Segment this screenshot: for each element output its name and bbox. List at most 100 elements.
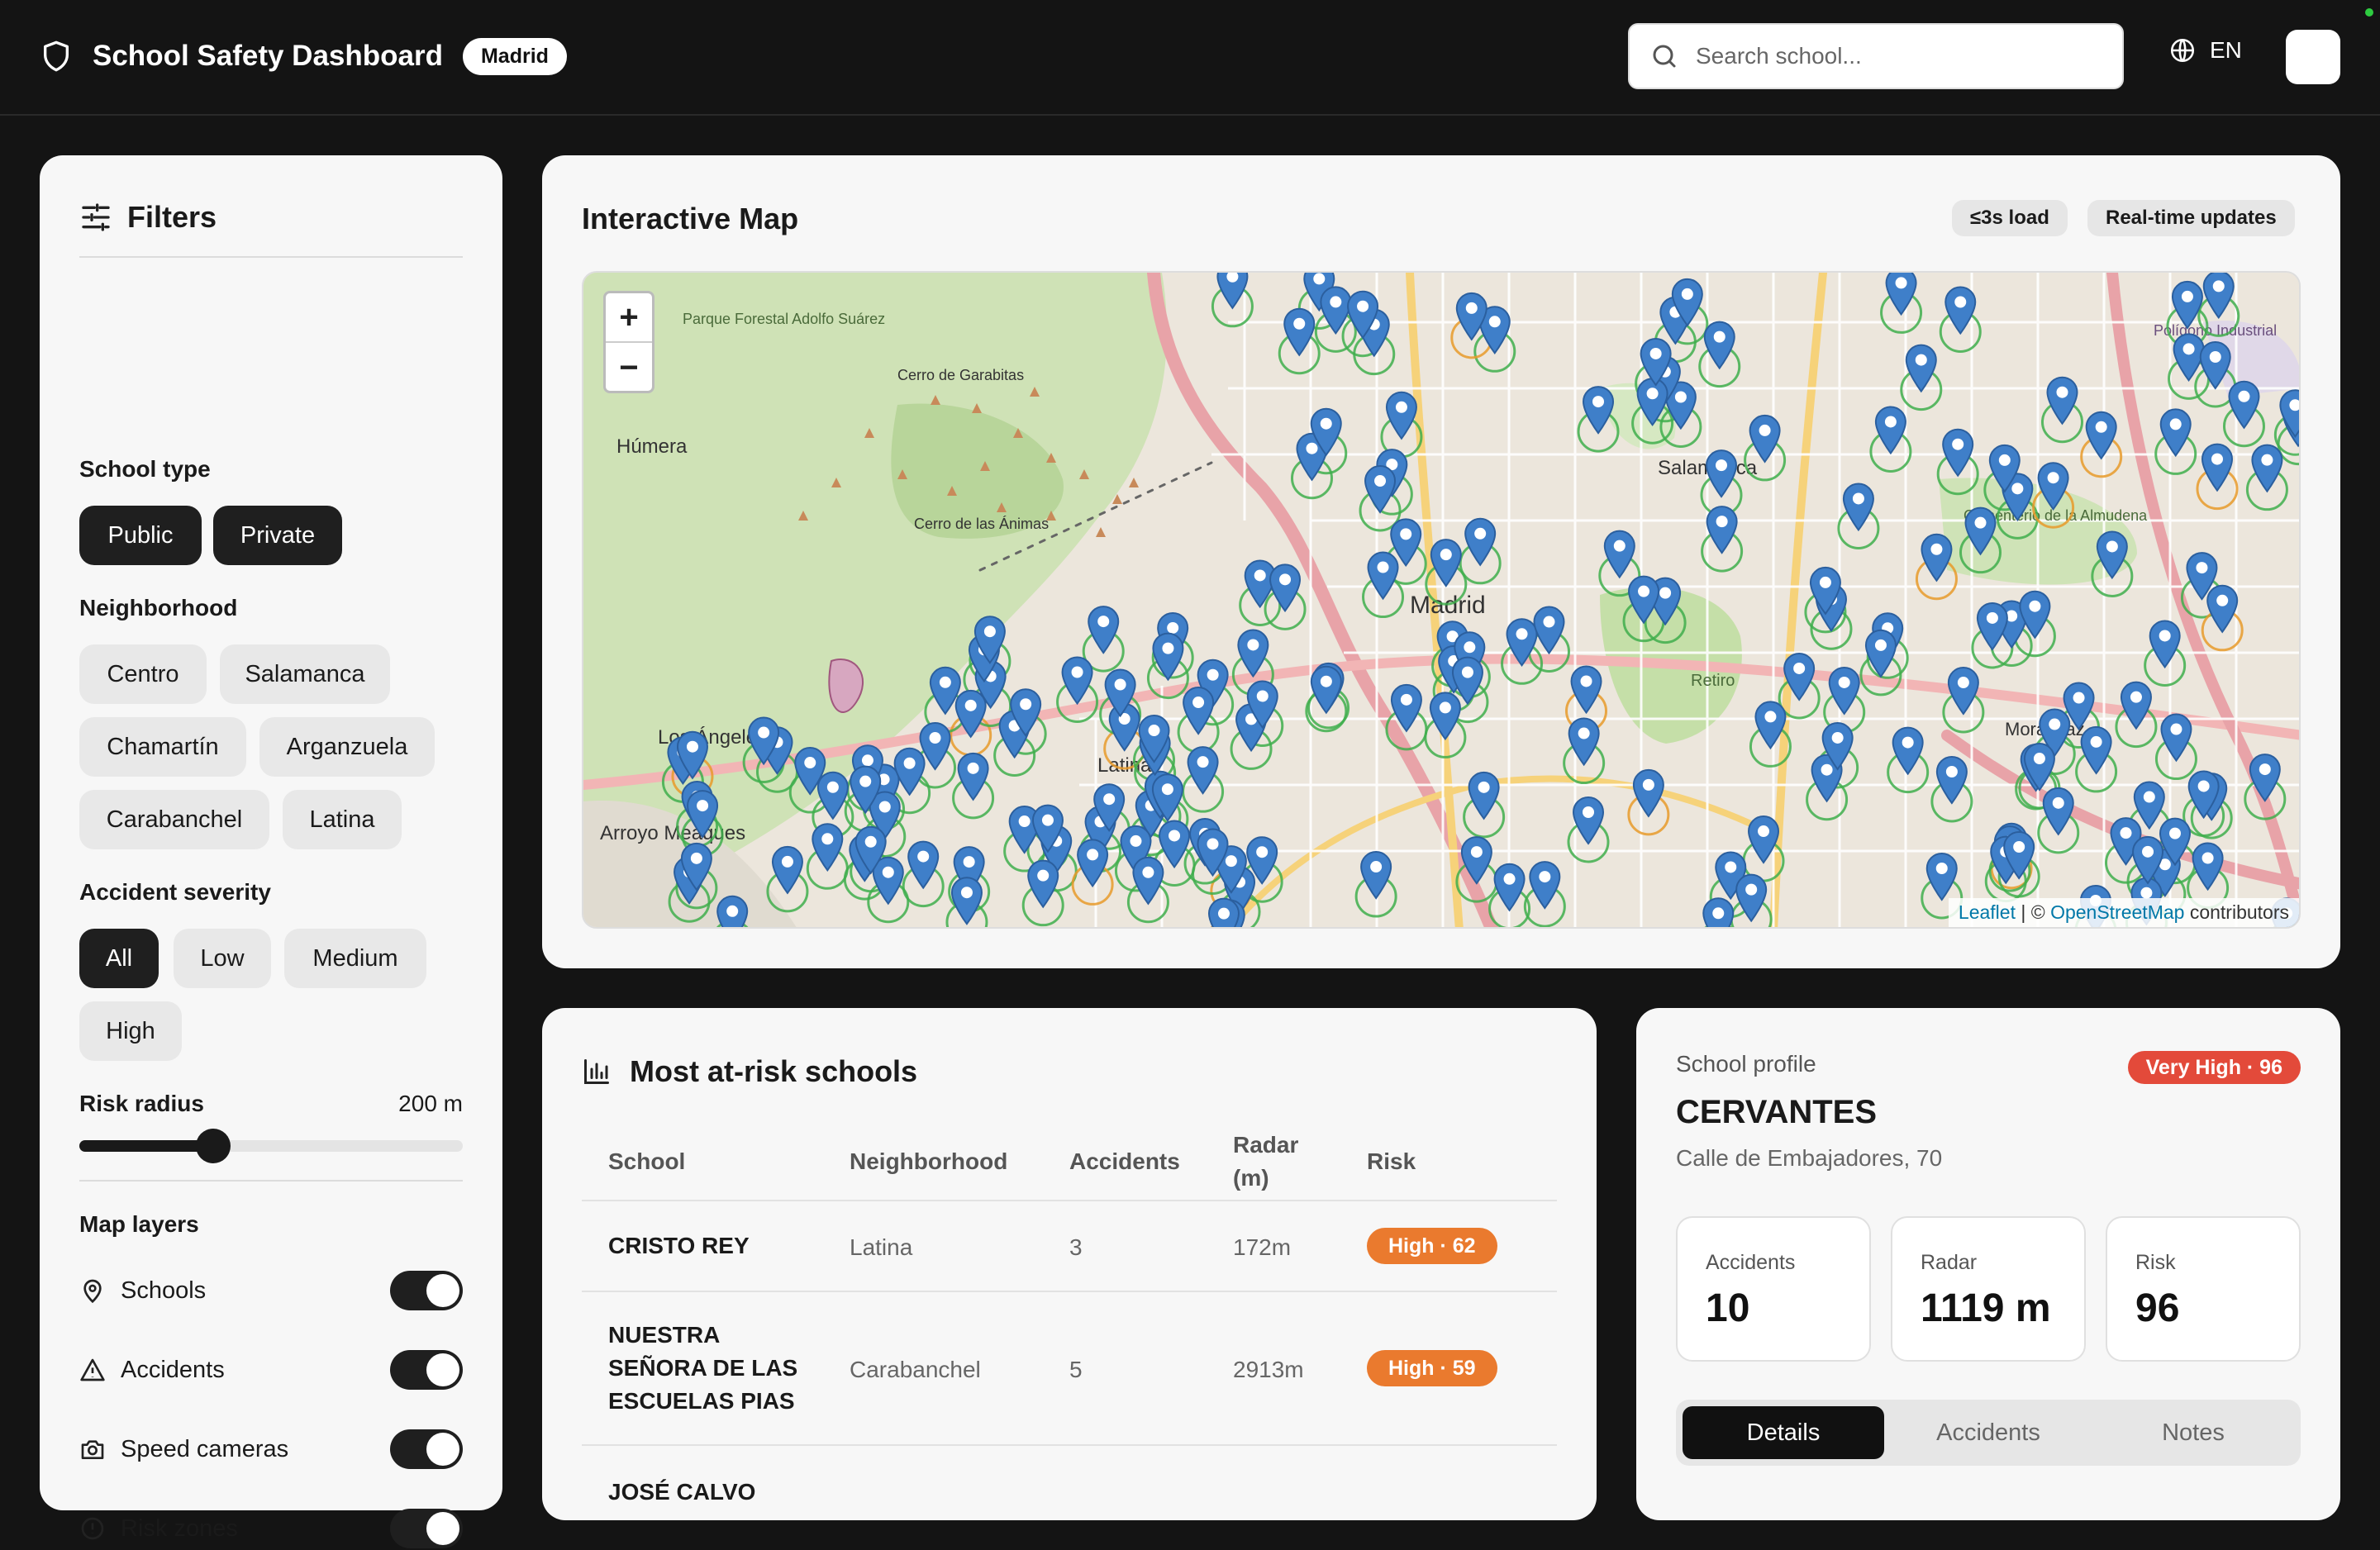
stat-accidents: Accidents 10 bbox=[1676, 1216, 1871, 1362]
layer-label: Accidents bbox=[121, 1356, 225, 1383]
map-canvas[interactable]: Madrid Salamanca Latina Los Ángeles Húme… bbox=[583, 273, 2301, 929]
cell-accidents: 5 bbox=[1069, 1357, 1083, 1382]
shield-icon bbox=[44, 40, 69, 72]
chip-high[interactable]: High bbox=[79, 1001, 182, 1061]
zoom-in-button[interactable]: + bbox=[606, 293, 652, 343]
row-divider bbox=[582, 1291, 1557, 1292]
stat-label: Accidents bbox=[1706, 1251, 1796, 1274]
chip-all[interactable]: All bbox=[79, 929, 159, 988]
chip-low[interactable]: Low bbox=[174, 929, 271, 988]
map-title: Interactive Map bbox=[582, 202, 799, 235]
chip-chamartin[interactable]: Chamartín bbox=[79, 717, 246, 777]
map-label-arroyo-meaques: Arroyo Meaques bbox=[600, 822, 745, 844]
status-dot bbox=[2365, 8, 2373, 17]
school-address: Calle de Embajadores, 70 bbox=[1676, 1145, 1943, 1171]
profile-kicker: School profile bbox=[1676, 1051, 1816, 1077]
layer-label: Risk zones bbox=[121, 1514, 238, 1542]
layer-label: Schools bbox=[121, 1277, 207, 1304]
school-marker[interactable] bbox=[1702, 897, 1735, 929]
chip-centro[interactable]: Centro bbox=[79, 644, 207, 704]
cell-school: JOSÉ CALVO bbox=[608, 1479, 756, 1505]
cell-school: NUESTRA SEÑORA DE LAS ESCUELAS PIAS bbox=[608, 1322, 798, 1414]
layer-accidents: Accidents bbox=[79, 1348, 463, 1391]
tab-notes[interactable]: Notes bbox=[2092, 1406, 2294, 1459]
brand: School Safety Dashboard Madrid bbox=[40, 33, 567, 79]
chip-latina[interactable]: Latina bbox=[283, 790, 402, 849]
interactive-map[interactable]: Madrid Salamanca Latina Los Ángeles Húme… bbox=[582, 271, 2301, 929]
avatar[interactable] bbox=[2286, 30, 2340, 84]
filters-title: Filters bbox=[127, 200, 217, 234]
leaflet-link[interactable]: Leaflet bbox=[1959, 901, 2016, 923]
app-title: School Safety Dashboard bbox=[93, 40, 443, 72]
top-bar: School Safety Dashboard Madrid EN bbox=[0, 0, 2380, 116]
warning-icon bbox=[80, 1358, 105, 1381]
school-marker[interactable] bbox=[716, 895, 749, 929]
map-label-animas: Cerro de las Ánimas bbox=[914, 516, 1049, 532]
search-box[interactable] bbox=[1628, 23, 2124, 89]
risk-radius-label: Risk radius bbox=[79, 1091, 204, 1116]
chip-medium[interactable]: Medium bbox=[284, 929, 426, 988]
col-neighborhood: Neighborhood bbox=[850, 1148, 1008, 1174]
toggle-accidents[interactable] bbox=[390, 1350, 463, 1390]
neighborhood-label: Neighborhood bbox=[79, 595, 238, 620]
risk-badge: High · 62 bbox=[1367, 1228, 1497, 1264]
map-label-garabitas: Cerro de Garabitas bbox=[897, 367, 1024, 383]
risk-radius-row: Risk radius 200 m bbox=[79, 1091, 463, 1117]
chip-private[interactable]: Private bbox=[213, 506, 342, 565]
load-time-badge: ≤3s load bbox=[1952, 200, 2068, 236]
layer-risk-zones: Risk zones bbox=[79, 1507, 463, 1550]
attribution-separator: | © bbox=[2015, 901, 2051, 923]
map-pin-icon bbox=[83, 1279, 102, 1304]
map-label-parque-forestal: Parque Forestal Adolfo Suárez bbox=[683, 311, 885, 327]
divider bbox=[79, 1180, 463, 1182]
stat-risk: Risk 96 bbox=[2106, 1216, 2301, 1362]
cell-accidents: 3 bbox=[1069, 1234, 1083, 1260]
divider bbox=[79, 256, 463, 258]
row-divider bbox=[582, 1200, 1557, 1201]
chip-carabanchel[interactable]: Carabanchel bbox=[79, 790, 269, 849]
stat-value: 10 bbox=[1706, 1286, 1750, 1330]
cell-neighborhood: Latina bbox=[850, 1234, 913, 1260]
zoom-out-button[interactable]: − bbox=[606, 343, 652, 392]
chip-arganzuela[interactable]: Arganzuela bbox=[259, 717, 435, 777]
map-label-humera: Húmera bbox=[616, 435, 688, 458]
map-label-retiro: Retiro bbox=[1691, 672, 1735, 690]
severity-label: Accident severity bbox=[79, 879, 271, 905]
school-profile-card: School profile Very High · 96 CERVANTES … bbox=[1636, 1008, 2340, 1520]
language-label: EN bbox=[2210, 37, 2242, 63]
stat-label: Radar bbox=[1921, 1251, 1978, 1274]
school-type-label: School type bbox=[79, 456, 211, 482]
search-input[interactable] bbox=[1696, 43, 2092, 69]
table-title: Most at-risk schools bbox=[630, 1054, 918, 1088]
layer-schools: Schools bbox=[79, 1269, 463, 1312]
stat-label: Risk bbox=[2135, 1251, 2176, 1274]
slider-fill bbox=[79, 1140, 214, 1152]
risk-badge: High · 59 bbox=[1367, 1350, 1497, 1386]
risk-radius-value: 200 m bbox=[398, 1091, 463, 1116]
camera-icon bbox=[81, 1440, 104, 1459]
risk-level-badge: Very High · 96 bbox=[2127, 1051, 2301, 1084]
cell-radar: 172m bbox=[1233, 1234, 1292, 1260]
cell-radar: 2913m bbox=[1233, 1357, 1304, 1382]
col-risk: Risk bbox=[1367, 1148, 1416, 1174]
tab-accidents[interactable]: Accidents bbox=[1887, 1406, 2089, 1459]
language-switcher[interactable]: EN bbox=[2168, 36, 2242, 64]
slider-handle[interactable] bbox=[196, 1129, 231, 1163]
col-accidents: Accidents bbox=[1069, 1148, 1180, 1174]
map-layers-label: Map layers bbox=[79, 1211, 199, 1237]
risk-radius-slider[interactable] bbox=[79, 1129, 463, 1163]
toggle-risk-zones[interactable] bbox=[390, 1509, 463, 1548]
toggle-speed-cameras[interactable] bbox=[390, 1429, 463, 1469]
layer-label: Speed cameras bbox=[121, 1435, 289, 1462]
realtime-badge: Real-time updates bbox=[2087, 200, 2295, 236]
toggle-schools[interactable] bbox=[390, 1271, 463, 1310]
chip-public[interactable]: Public bbox=[79, 506, 202, 565]
chip-salamanca[interactable]: Salamanca bbox=[220, 644, 390, 704]
col-radar: Radar (m) bbox=[1233, 1132, 1299, 1191]
tab-details[interactable]: Details bbox=[1683, 1406, 1884, 1459]
city-badge: Madrid bbox=[462, 37, 567, 75]
row-divider bbox=[582, 1444, 1557, 1446]
school-marker[interactable] bbox=[1207, 897, 1240, 929]
sliders-icon bbox=[82, 203, 110, 231]
osm-link[interactable]: OpenStreetMap bbox=[2050, 901, 2184, 923]
